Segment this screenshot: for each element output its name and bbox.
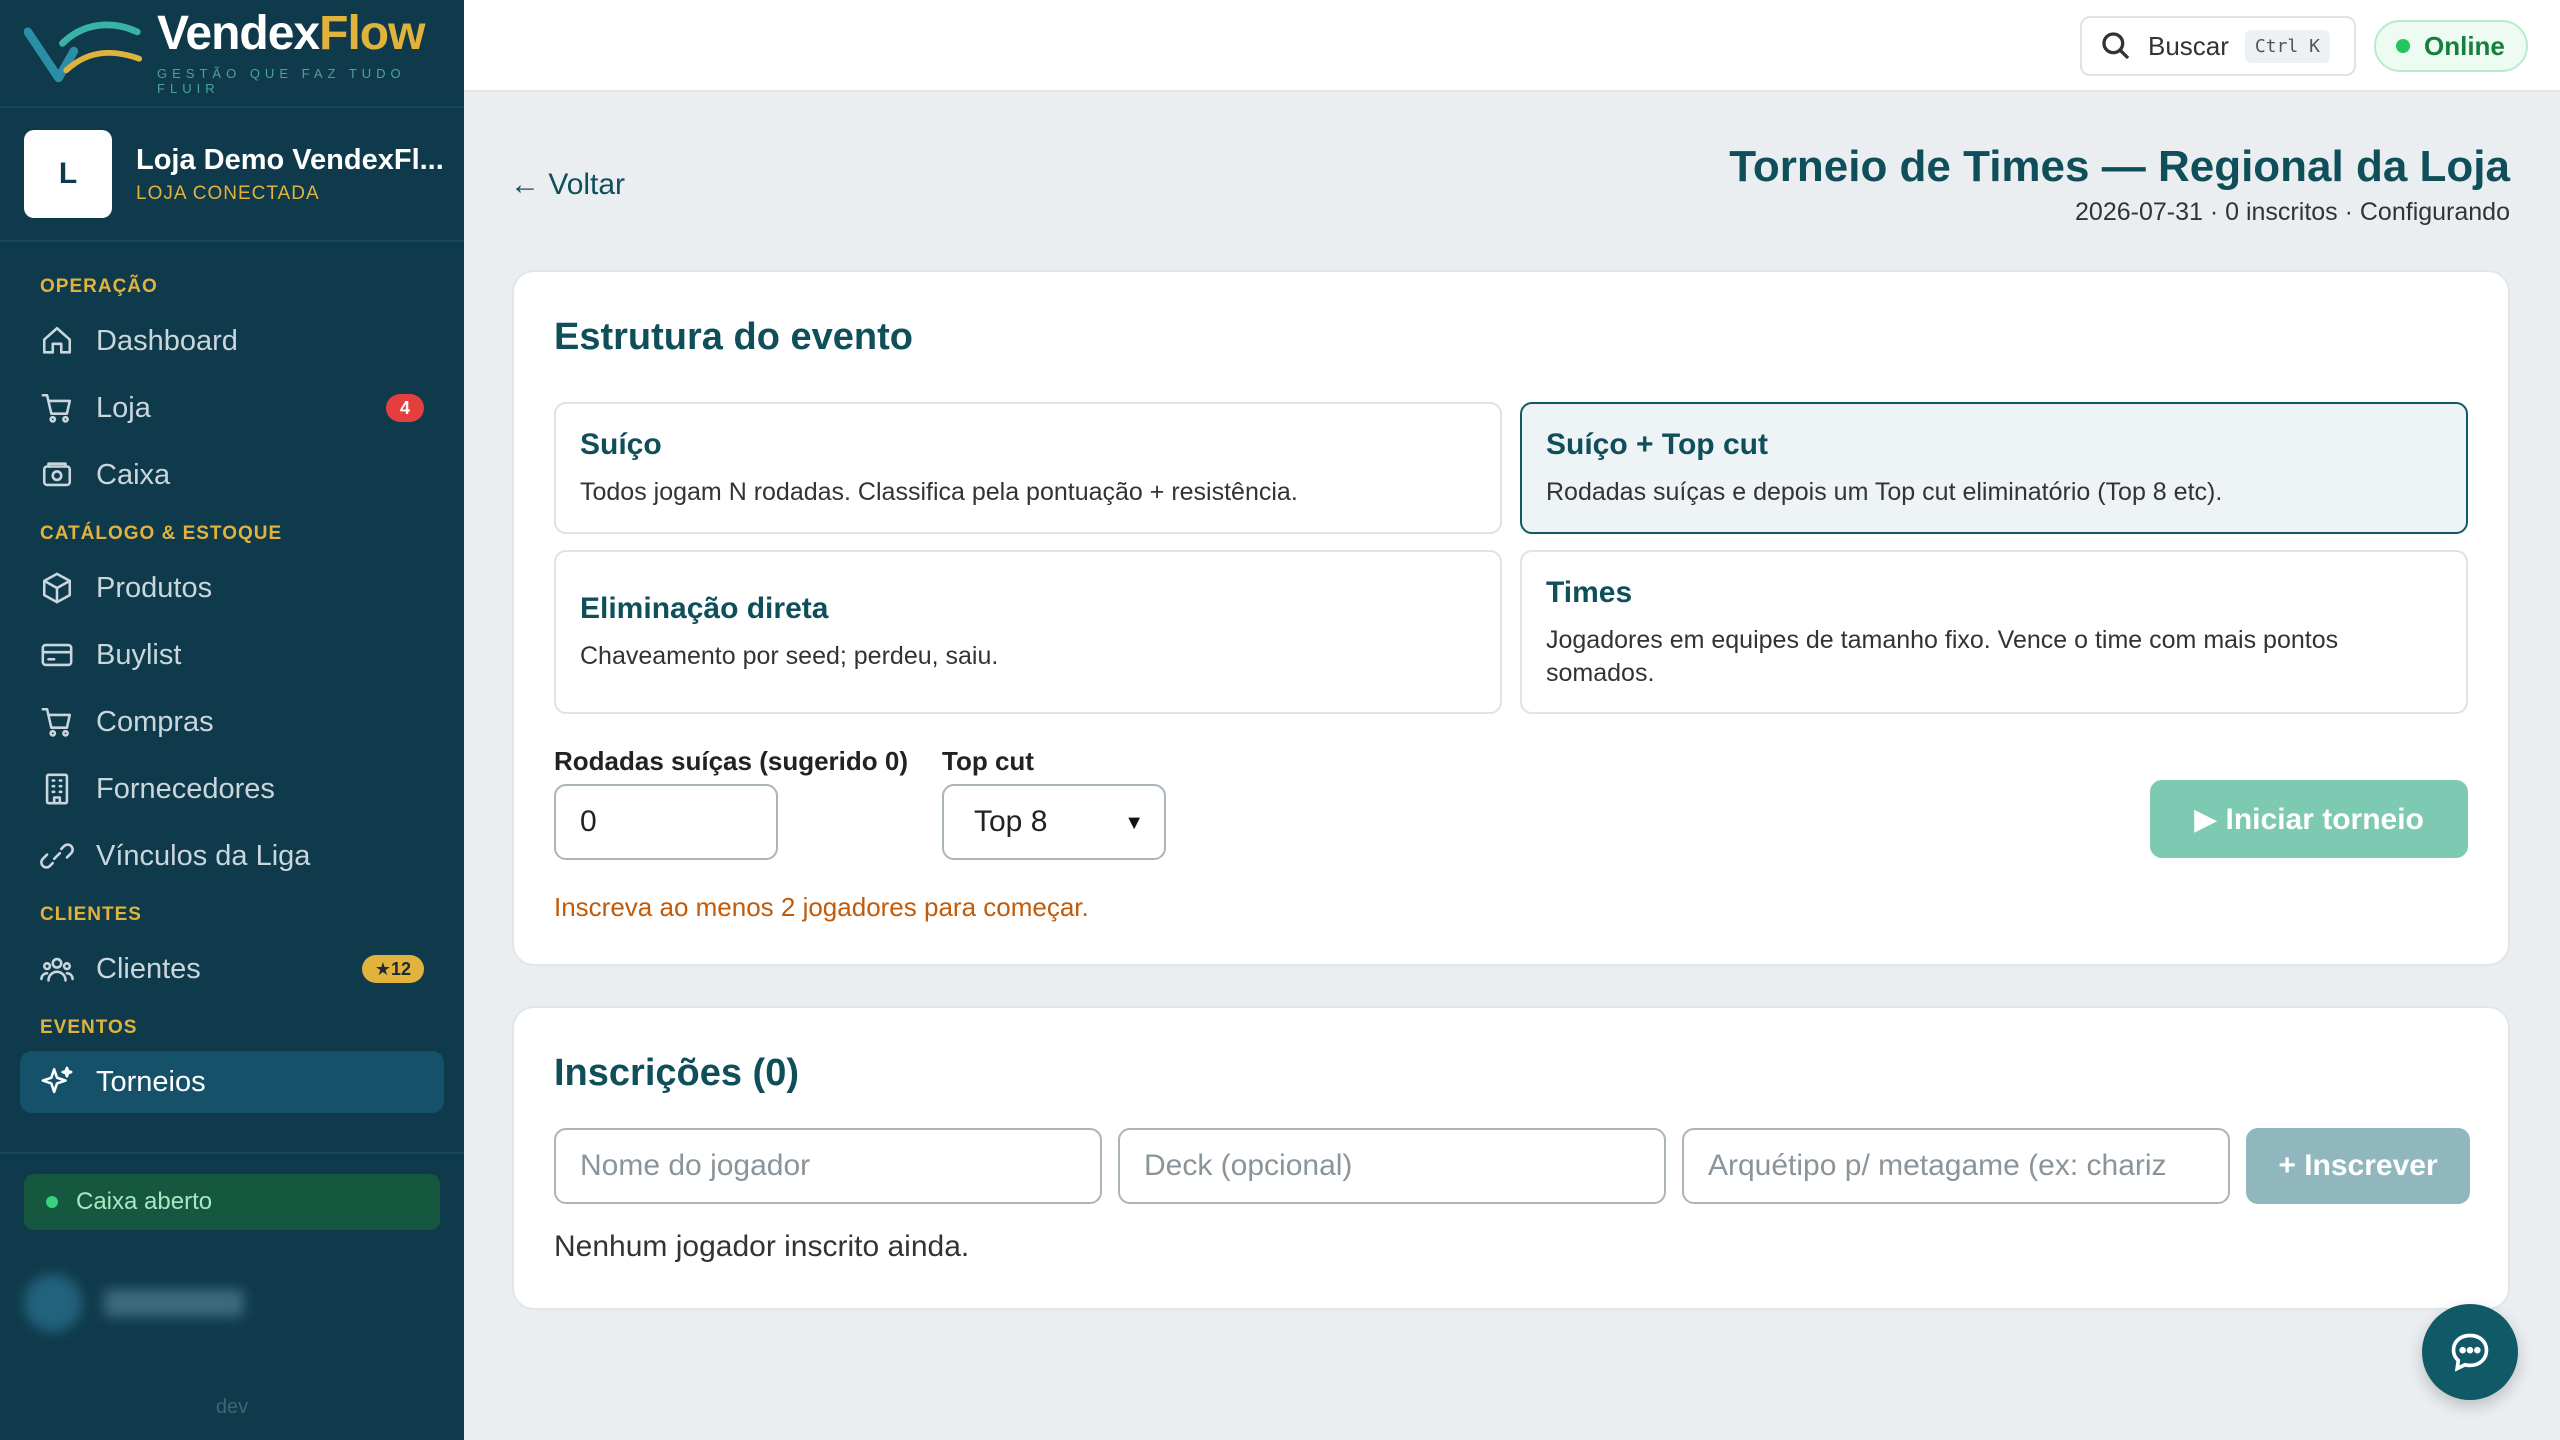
registrations-card: Inscrições (0) + Inscrever Nenhum jogado… (512, 1006, 2510, 1310)
registrations-title: Inscrições (0) (554, 1052, 799, 1094)
online-status-badge: Online (2374, 20, 2528, 72)
chat-button[interactable] (2422, 1304, 2518, 1400)
format-option-eliminacao-direta[interactable]: Eliminação direta Chaveamento por seed; … (554, 550, 1502, 714)
format-option-title: Suíço (580, 428, 662, 461)
back-link[interactable]: ← Voltar (510, 168, 625, 202)
cart-icon (41, 393, 72, 423)
rounds-input[interactable] (554, 784, 778, 860)
sidebar-item-buylist[interactable]: Buylist (20, 624, 444, 686)
add-player-button[interactable]: + Inscrever (2246, 1128, 2470, 1204)
sidebar-item-label: Produtos (96, 571, 213, 604)
search-icon (2102, 32, 2130, 60)
store-name: Loja Demo VendexFl... (136, 143, 444, 176)
user-name (104, 1289, 244, 1317)
avatar (24, 1274, 82, 1332)
sparkles-icon (41, 1066, 73, 1094)
caixa-status-text: Caixa aberto (76, 1188, 213, 1215)
format-option-title: Eliminação direta (580, 592, 829, 625)
sidebar-nav: OPERAÇÃO Dashboard Loja 4 Caixa CATÁLOGO… (0, 242, 464, 1113)
store-avatar: L (24, 130, 112, 218)
event-structure-title: Estrutura do evento (554, 316, 913, 358)
sidebar-item-clientes[interactable]: Clientes ★12 (20, 938, 444, 1000)
topcut-select[interactable]: Top 8 ▼ (942, 784, 1166, 860)
link-icon (40, 843, 74, 869)
cash-register-icon (42, 462, 72, 487)
sidebar-item-label: Fornecedores (96, 772, 275, 805)
chevron-down-icon: ▼ (1124, 812, 1144, 834)
topbar: Buscar Ctrl K Online (464, 0, 2560, 92)
sidebar-item-fornecedores[interactable]: Fornecedores (20, 758, 444, 820)
search-label: Buscar (2148, 30, 2229, 61)
section-catalogo: CATÁLOGO & ESTOQUE (40, 523, 283, 544)
topcut-selected-value: Top 8 (974, 805, 1048, 838)
sidebar-item-label: Buylist (96, 638, 182, 671)
archetype-input[interactable] (1682, 1128, 2230, 1204)
status-dot-icon (2396, 39, 2410, 53)
brand[interactable]: VendexFlow GESTÃO QUE FAZ TUDO FLUIR (0, 0, 464, 108)
format-option-desc: Chaveamento por seed; perdeu, saiu. (580, 642, 999, 670)
sidebar-item-vinculos-liga[interactable]: Vínculos da Liga (20, 825, 444, 887)
loja-count-badge: 4 (386, 394, 424, 422)
sidebar-footer: Caixa aberto dev (0, 1152, 464, 1418)
rounds-label: Rodadas suíças (sugerido 0) (554, 746, 908, 776)
player-name-input[interactable] (554, 1128, 1102, 1204)
sidebar-item-label: Clientes (96, 952, 201, 985)
card-icon (41, 643, 73, 667)
home-icon (42, 326, 72, 354)
sidebar-item-label: Caixa (96, 458, 171, 491)
sidebar-item-caixa[interactable]: Caixa (20, 444, 444, 506)
search-shortcut: Ctrl K (2244, 29, 2330, 63)
topcut-label: Top cut (942, 746, 1034, 776)
sidebar-item-label: Vínculos da Liga (96, 839, 311, 872)
sidebar-item-label: Torneios (96, 1065, 206, 1098)
store-status: LOJA CONECTADA (136, 182, 320, 204)
format-option-desc: Jogadores em equipes de tamanho fixo. Ve… (1546, 626, 2339, 687)
deck-input[interactable] (1118, 1128, 1666, 1204)
brand-name: VendexFlow (157, 7, 425, 60)
start-tournament-button[interactable]: ▶ Iniciar torneio (2150, 780, 2468, 858)
format-option-suico-top-cut[interactable]: Suíço + Top cut Rodadas suíças e depois … (1520, 402, 2468, 534)
section-eventos: EVENTOS (40, 1017, 138, 1038)
caixa-status-pill[interactable]: Caixa aberto (24, 1174, 440, 1230)
search-button[interactable]: Buscar Ctrl K (2080, 16, 2356, 76)
format-option-desc: Todos jogam N rodadas. Classifica pela p… (580, 478, 1298, 506)
empty-state: Nenhum jogador inscrito ainda. (554, 1230, 970, 1263)
event-structure-card: Estrutura do evento Suíço Todos jogam N … (512, 270, 2510, 966)
chat-bubble-icon (2451, 1333, 2489, 1372)
page-subtitle: 2026-07-31 · 0 inscritos · Configurando (2075, 198, 2510, 226)
sidebar-item-compras[interactable]: Compras (20, 691, 444, 753)
brand-tagline: GESTÃO QUE FAZ TUDO FLUIR (157, 66, 406, 96)
env-label: dev (215, 1396, 249, 1418)
status-dot-icon (46, 1196, 58, 1208)
sidebar-item-produtos[interactable]: Produtos (20, 557, 444, 619)
box-icon (42, 572, 72, 604)
format-option-suico[interactable]: Suíço Todos jogam N rodadas. Classifica … (554, 402, 1502, 534)
sidebar-item-dashboard[interactable]: Dashboard (20, 310, 444, 372)
vendexflow-logo-icon (24, 21, 143, 83)
sidebar: VendexFlow GESTÃO QUE FAZ TUDO FLUIR L L… (0, 0, 464, 1440)
users-icon (40, 957, 74, 982)
online-status-text: Online (2424, 30, 2505, 61)
section-operacao: OPERAÇÃO (40, 276, 158, 297)
sidebar-item-label: Loja (96, 391, 151, 424)
clientes-badge: ★12 (362, 955, 424, 983)
format-option-title: Times (1546, 576, 1633, 609)
warning-message: Inscreva ao menos 2 jogadores para começ… (554, 892, 1089, 922)
format-option-title: Suíço + Top cut (1546, 428, 1768, 461)
sidebar-item-torneios[interactable]: Torneios (20, 1051, 444, 1113)
page-title: Torneio de Times — Regional da Loja (1729, 142, 2510, 191)
format-option-times[interactable]: Times Jogadores em equipes de tamanho fi… (1520, 550, 2468, 714)
store-switcher[interactable]: L Loja Demo VendexFl... LOJA CONECTADA (0, 108, 464, 242)
sidebar-item-label: Dashboard (96, 324, 238, 357)
user-profile[interactable] (24, 1268, 440, 1338)
sidebar-item-label: Compras (96, 705, 214, 738)
format-option-desc: Rodadas suíças e depois um Top cut elimi… (1546, 478, 2223, 506)
cart-icon (41, 707, 72, 737)
building-icon (45, 773, 69, 805)
section-clientes: CLIENTES (40, 904, 142, 925)
sidebar-item-loja[interactable]: Loja 4 (20, 377, 444, 439)
